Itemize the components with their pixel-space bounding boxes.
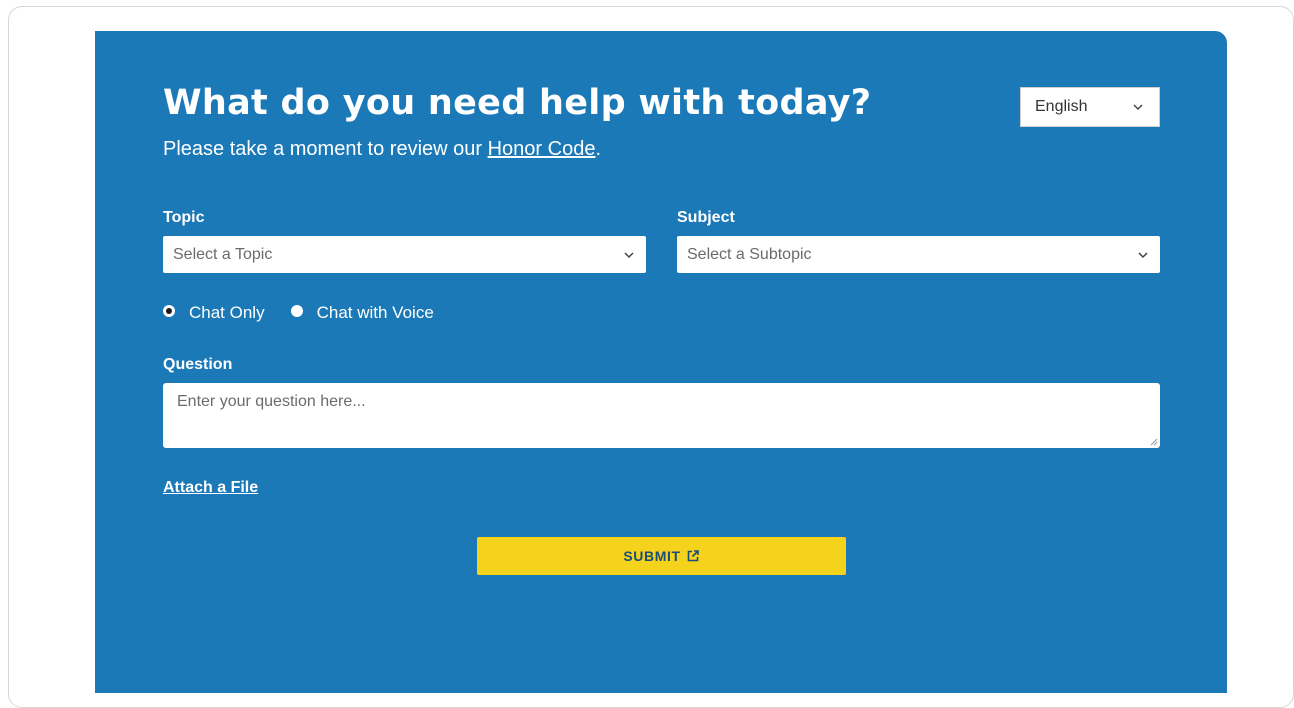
language-select[interactable]: English — [1020, 87, 1160, 127]
submit-button[interactable]: SUBMIT — [477, 537, 846, 575]
page-frame: What do you need help with today? Please… — [8, 6, 1294, 708]
chevron-down-icon — [1138, 251, 1148, 258]
subject-placeholder: Select a Subtopic — [687, 245, 812, 263]
chevron-down-icon — [1133, 104, 1143, 111]
subject-label: Subject — [677, 209, 735, 226]
page-subtitle: Please take a moment to review our Honor… — [163, 138, 601, 161]
radio-button[interactable] — [290, 305, 303, 317]
question-label: Question — [163, 356, 233, 373]
honor-code-link[interactable]: Honor Code — [488, 138, 596, 160]
subtitle-suffix: . — [595, 138, 602, 160]
subject-select[interactable]: Select a Subtopic — [677, 236, 1160, 273]
resize-grip-icon[interactable] — [1150, 438, 1158, 446]
topic-label: Topic — [163, 209, 205, 226]
radio-button-checked[interactable] — [163, 305, 175, 317]
external-link-icon — [687, 550, 699, 562]
radio-chat-only[interactable]: Chat Only — [163, 303, 265, 323]
question-placeholder: Enter your question here... — [177, 393, 366, 410]
topic-placeholder: Select a Topic — [173, 245, 273, 263]
page-title: What do you need help with today? — [163, 83, 872, 123]
chat-mode-group: Chat Only Chat with Voice — [163, 303, 460, 323]
language-value: English — [1035, 98, 1088, 115]
topic-select[interactable]: Select a Topic — [163, 236, 646, 273]
help-form-panel: What do you need help with today? Please… — [95, 31, 1227, 693]
chevron-down-icon — [624, 251, 634, 258]
radio-chat-only-label: Chat Only — [189, 303, 265, 322]
radio-chat-with-voice[interactable]: Chat with Voice — [290, 303, 434, 323]
radio-chat-with-voice-label: Chat with Voice — [316, 303, 434, 322]
submit-label: SUBMIT — [623, 548, 681, 564]
subtitle-prefix: Please take a moment to review our — [163, 138, 488, 160]
attach-file-link[interactable]: Attach a File — [163, 479, 258, 497]
question-textarea[interactable]: Enter your question here... — [163, 383, 1160, 448]
